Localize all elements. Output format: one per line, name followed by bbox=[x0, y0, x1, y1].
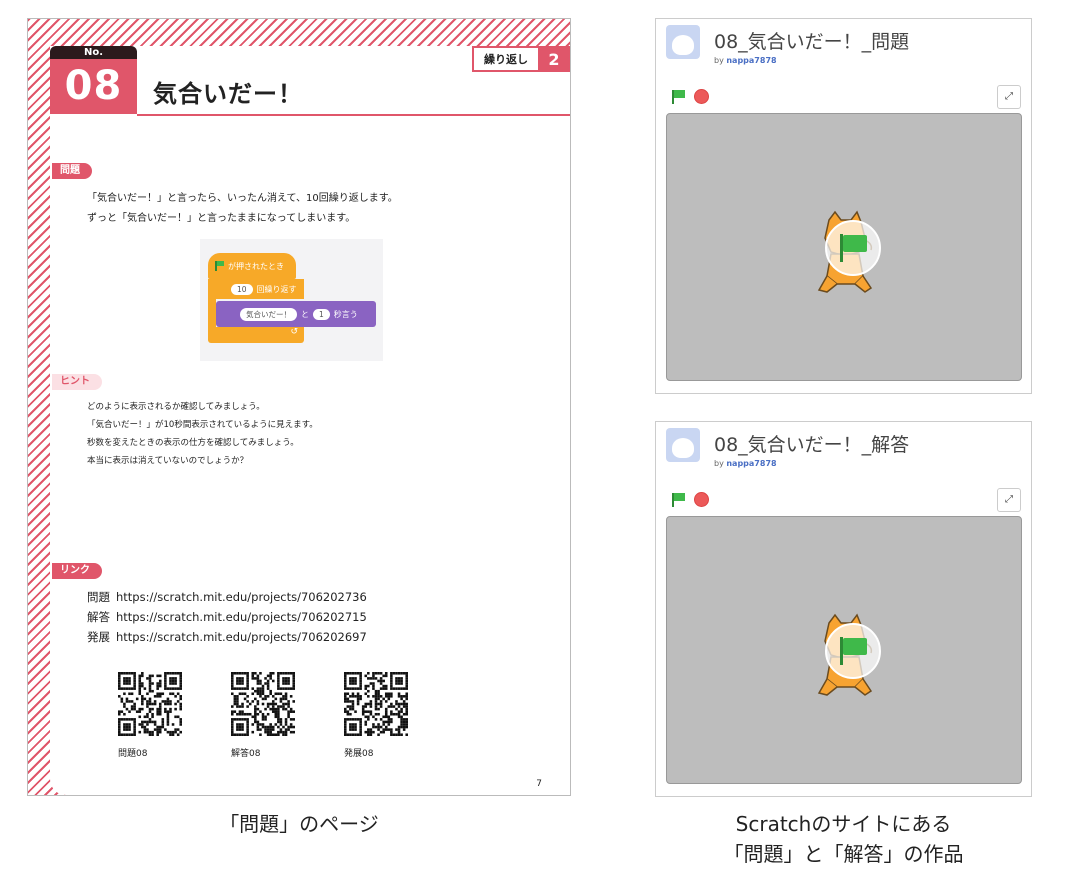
qr-caption: 解答08 bbox=[231, 749, 261, 759]
repeat-arm bbox=[208, 299, 216, 327]
say-for-secs-block: 気合いだー！ と 1 秒言う bbox=[216, 301, 376, 327]
green-flag-icon[interactable] bbox=[670, 89, 686, 105]
say-text: 気合いだー！ bbox=[240, 307, 297, 321]
hint-line: どのように表示されるか確認してみましょう。 bbox=[87, 402, 265, 412]
right-caption: Scratchのサイトにある 「問題」と「解答」の作品 bbox=[655, 809, 1032, 869]
project-author: by nappa7878 bbox=[714, 56, 777, 65]
link-key: 発展 bbox=[87, 630, 110, 644]
page-number: 7 bbox=[536, 779, 542, 789]
project-author: by nappa7878 bbox=[714, 459, 777, 468]
stop-icon[interactable] bbox=[694, 492, 709, 507]
code-blocks: が押されたとき 10 回繰り返す 気合いだー！ と 1 秒言う ↺ bbox=[200, 239, 383, 361]
repeat-foot: ↺ bbox=[208, 327, 304, 343]
author-link[interactable]: nappa7878 bbox=[726, 459, 776, 468]
right-caption-line: 「問題」と「解答」の作品 bbox=[723, 842, 964, 866]
link-url[interactable]: https://scratch.mit.edu/projects/7062026… bbox=[116, 630, 367, 644]
link-problem[interactable]: 問題 https://scratch.mit.edu/projects/70620… bbox=[87, 589, 367, 605]
scratch-player-answer: 08_気合いだー！_解答 by nappa7878 ⤢ bbox=[655, 421, 1032, 797]
page-title: 気合いだー！ bbox=[153, 80, 303, 108]
problem-tag: 問題 bbox=[52, 163, 92, 179]
when-flag-clicked-block: が押されたとき bbox=[208, 253, 296, 279]
say-label: 秒言う bbox=[333, 309, 358, 319]
by-label: by bbox=[714, 56, 724, 65]
hint-tag: ヒント bbox=[52, 374, 102, 390]
problem-line: ずっと「気合いだー！」と言ったままになってしまいます。 bbox=[87, 213, 356, 224]
avatar[interactable] bbox=[666, 25, 700, 59]
stage[interactable] bbox=[666, 516, 1022, 784]
hint-line: 秒数を変えたときの表示の仕方を確認してみましょう。 bbox=[87, 438, 299, 448]
problem-number: 08 bbox=[50, 59, 137, 114]
hint-line: 「気合いだー！」が10秒間表示されているように見えます。 bbox=[87, 420, 318, 430]
play-overlay-button[interactable] bbox=[825, 220, 881, 276]
fullscreen-icon[interactable]: ⤢ bbox=[997, 85, 1021, 109]
green-flag-icon bbox=[214, 261, 224, 271]
repeat-arrow-icon: ↺ bbox=[290, 327, 298, 337]
qr-code-problem bbox=[118, 672, 182, 736]
repeat-block: 10 回繰り返す bbox=[208, 279, 304, 299]
chapter-tab: 繰り返し 2 bbox=[472, 46, 570, 72]
project-title[interactable]: 08_気合いだー！_解答 bbox=[714, 430, 909, 457]
book-page: 繰り返し 2 No. 08 気合いだー！ 問題 「気合いだー！」と言ったら、いっ… bbox=[27, 18, 571, 796]
repeat-label: 回繰り返す bbox=[256, 284, 297, 294]
link-advanced[interactable]: 発展 https://scratch.mit.edu/projects/70620… bbox=[87, 629, 367, 645]
link-answer[interactable]: 解答 https://scratch.mit.edu/projects/70620… bbox=[87, 609, 367, 625]
avatar[interactable] bbox=[666, 428, 700, 462]
chapter-number: 2 bbox=[538, 46, 570, 72]
book-page-body: 繰り返し 2 No. 08 気合いだー！ 問題 「気合いだー！」と言ったら、いっ… bbox=[50, 46, 570, 795]
link-url[interactable]: https://scratch.mit.edu/projects/7062027… bbox=[116, 590, 367, 604]
link-key: 問題 bbox=[87, 590, 110, 604]
hint-line: 本当に表示は消えていないのでしょうか？ bbox=[87, 456, 249, 466]
stage[interactable] bbox=[666, 113, 1022, 381]
green-flag-icon bbox=[838, 637, 868, 665]
scratch-player-problem: 08_気合いだー！_問題 by nappa7878 ⤢ bbox=[655, 18, 1032, 394]
green-flag-icon bbox=[838, 234, 868, 262]
right-caption-line: Scratchのサイトにある bbox=[735, 812, 952, 836]
link-url[interactable]: https://scratch.mit.edu/projects/7062027… bbox=[116, 610, 367, 624]
green-flag-icon[interactable] bbox=[670, 492, 686, 508]
number-label: No. bbox=[50, 46, 137, 59]
project-title[interactable]: 08_気合いだー！_問題 bbox=[714, 27, 909, 54]
by-label: by bbox=[714, 459, 724, 468]
screenshot-root: 繰り返し 2 No. 08 気合いだー！ 問題 「気合いだー！」と言ったら、いっ… bbox=[0, 0, 1071, 878]
qr-caption: 発展08 bbox=[344, 749, 374, 759]
chapter-name: 繰り返し bbox=[472, 46, 538, 72]
title-divider bbox=[137, 114, 570, 116]
left-caption: 「問題」のページ bbox=[219, 812, 379, 836]
say-secs: 1 bbox=[313, 308, 330, 320]
author-link[interactable]: nappa7878 bbox=[726, 56, 776, 65]
play-overlay-button[interactable] bbox=[825, 623, 881, 679]
repeat-count: 10 bbox=[231, 283, 253, 295]
qr-caption: 問題08 bbox=[118, 749, 148, 759]
qr-code-advanced bbox=[344, 672, 408, 736]
problem-line: 「気合いだー！」と言ったら、いったん消えて、10回繰り返します。 bbox=[87, 193, 398, 204]
link-key: 解答 bbox=[87, 610, 110, 624]
say-and: と bbox=[301, 309, 309, 319]
hat-label: が押されたとき bbox=[228, 261, 284, 271]
fullscreen-icon[interactable]: ⤢ bbox=[997, 488, 1021, 512]
stop-icon[interactable] bbox=[694, 89, 709, 104]
qr-code-answer bbox=[231, 672, 295, 736]
link-tag: リンク bbox=[52, 563, 102, 579]
